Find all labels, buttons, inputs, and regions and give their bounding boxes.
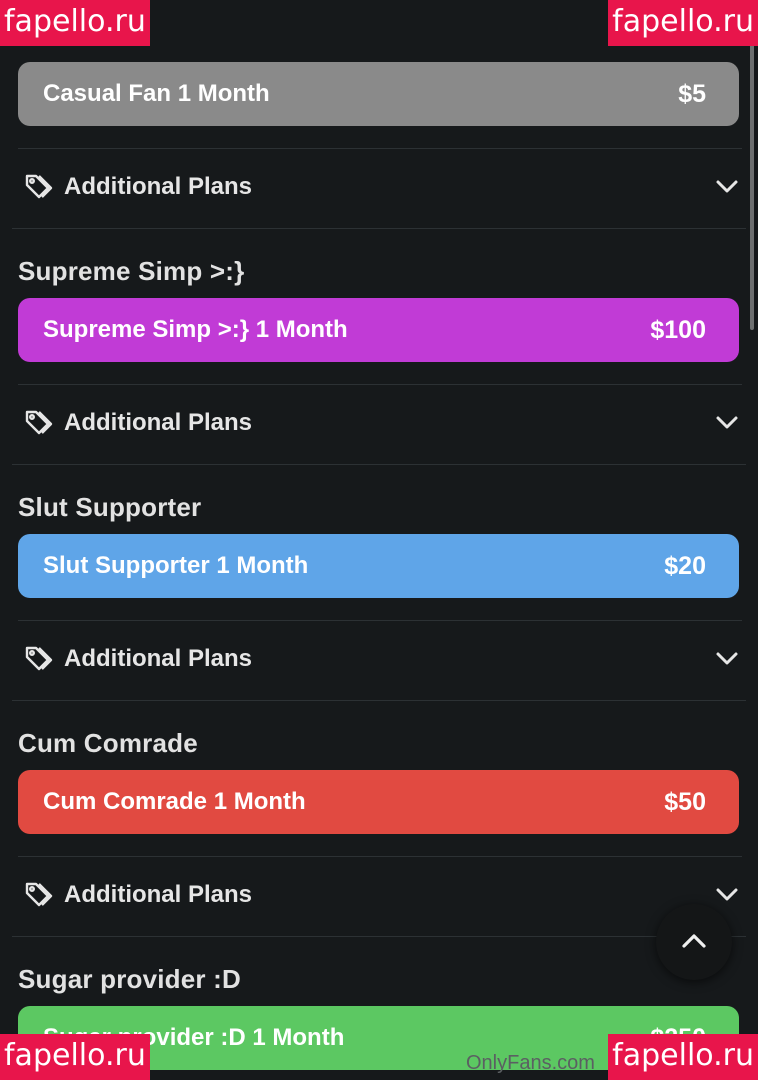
watermark-top-right: fapello.ru [608,0,758,46]
watermark-top-left: fapello.ru [0,0,150,46]
section-title-cum-comrade: Cum Comrade [18,728,198,758]
scrollbar[interactable] [750,0,754,330]
plan-label: Supreme Simp >:} 1 Month [43,316,348,343]
additional-plans-toggle-cum-comrade[interactable]: Additional Plans [18,860,742,930]
tag-icon [24,880,58,910]
additional-plans-toggle-casual-fan[interactable]: Additional Plans [18,152,742,222]
footer-watermark: OnlyFans.com [466,1052,595,1074]
plan-price: $20 [664,551,706,580]
section-title-slut-supporter: Slut Supporter [18,492,202,522]
divider [18,148,742,149]
scroll-to-top-button[interactable] [656,904,732,980]
subscription-bundles-page: Casual Fan 1 Month $5 Additional Plans S… [0,0,758,1080]
tag-icon [24,408,58,438]
tag-icon [24,644,58,674]
section-title-sugar-provider: Sugar provider :D [18,964,241,994]
plan-button-casual-fan[interactable]: Casual Fan 1 Month $5 [18,62,739,126]
plan-price: $100 [650,315,706,344]
divider [18,620,742,621]
additional-plans-label: Additional Plans [64,173,253,200]
plan-label: Slut Supporter 1 Month [43,552,309,579]
chevron-down-icon[interactable] [715,651,739,667]
divider [12,700,746,701]
plan-label: Cum Comrade 1 Month [43,788,306,815]
additional-plans-label: Additional Plans [64,645,253,672]
plan-price: $5 [678,79,706,108]
plan-button-supreme-simp[interactable]: Supreme Simp >:} 1 Month $100 [18,298,739,362]
chevron-down-icon[interactable] [715,887,739,903]
plan-label: Casual Fan 1 Month [43,80,270,107]
tag-icon [24,172,58,202]
chevron-down-icon[interactable] [715,179,739,195]
divider [18,384,742,385]
divider [12,228,746,229]
additional-plans-label: Additional Plans [64,409,253,436]
additional-plans-label: Additional Plans [64,881,253,908]
divider [12,464,746,465]
watermark-bottom-left: fapello.ru [0,1034,150,1080]
plan-button-cum-comrade[interactable]: Cum Comrade 1 Month $50 [18,770,739,834]
section-title-supreme-simp: Supreme Simp >:} [18,256,245,286]
plan-price: $50 [664,787,706,816]
plan-button-slut-supporter[interactable]: Slut Supporter 1 Month $20 [18,534,739,598]
chevron-down-icon[interactable] [715,415,739,431]
additional-plans-toggle-supreme-simp[interactable]: Additional Plans [18,388,742,458]
additional-plans-toggle-slut-supporter[interactable]: Additional Plans [18,624,742,694]
chevron-up-icon [680,931,708,954]
watermark-bottom-right: fapello.ru [608,1034,758,1080]
divider [18,856,742,857]
divider [12,936,746,937]
